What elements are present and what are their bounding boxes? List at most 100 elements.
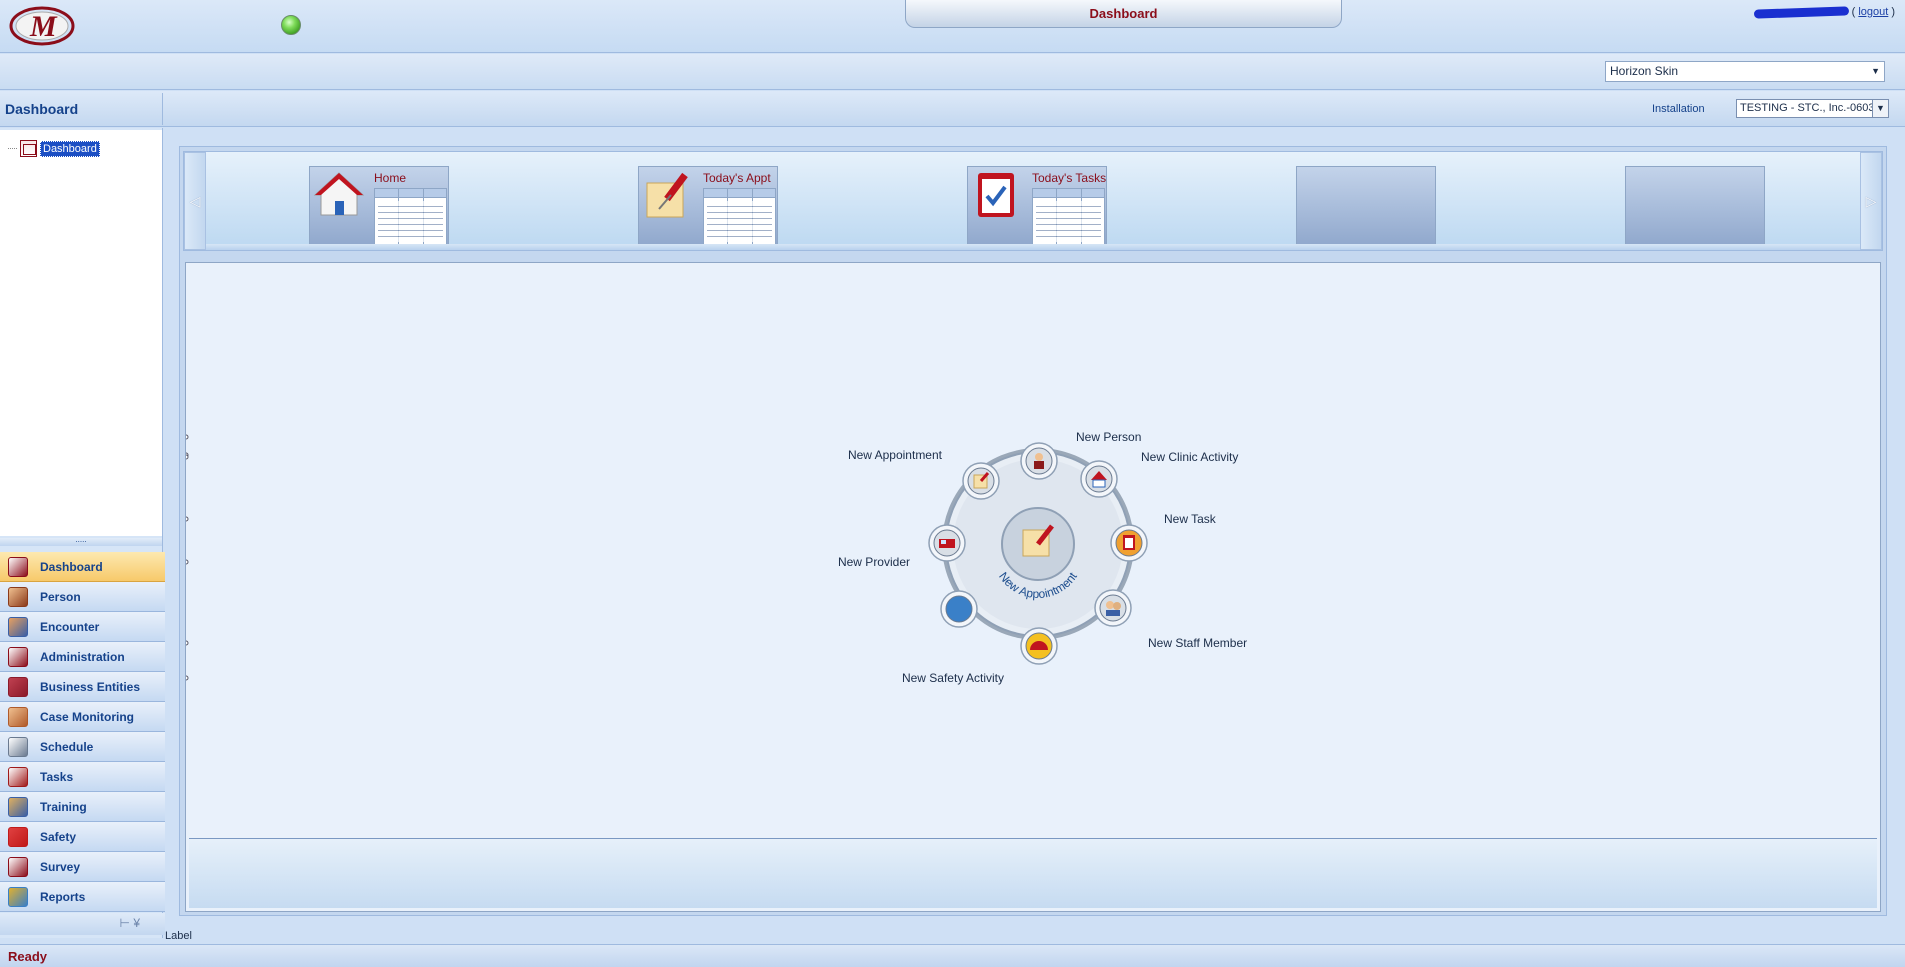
wheel-action-blank[interactable] xyxy=(940,590,978,628)
dashboard-carousel: ◁ Home Today's Appt Today's Tasks ▷ xyxy=(183,151,1883,251)
tree-item-label[interactable]: Dashboard xyxy=(40,140,100,157)
nav-item-label: Training xyxy=(40,799,87,814)
carousel-tile-empty[interactable] xyxy=(1625,166,1765,248)
nav-panel-title: Dashboard xyxy=(5,101,79,117)
carousel-right-arrow-icon[interactable]: ▷ xyxy=(1860,152,1882,250)
main-panel: ◁ Home Today's Appt Today's Tasks ▷ New Ap… xyxy=(179,146,1887,916)
skin-select-value: Horizon Skin xyxy=(1610,64,1679,78)
installation-select[interactable]: TESTING - STC., Inc.-0603 ▼ xyxy=(1736,99,1889,118)
nav-item-encounter[interactable]: Encounter xyxy=(0,612,165,642)
pushpin-note-icon xyxy=(1022,524,1054,557)
panel-splitter[interactable]: ..... xyxy=(0,536,162,546)
nav-item-person[interactable]: Person xyxy=(0,582,165,612)
nav-item-case-monitoring[interactable]: Case Monitoring xyxy=(0,702,165,732)
nav-item-training[interactable]: Training xyxy=(0,792,165,822)
dashboard-icon xyxy=(20,140,37,157)
wheel-action-label[interactable]: New Appointment xyxy=(848,448,943,462)
chevron-down-icon[interactable]: ▼ xyxy=(1871,62,1880,81)
person-icon xyxy=(8,586,28,607)
user-name-redacted xyxy=(1753,5,1849,19)
wheel-action-label[interactable]: New Safety Activity xyxy=(902,671,1004,685)
logout-link[interactable]: logout xyxy=(1858,6,1888,18)
nav-tree: Dashboard xyxy=(0,130,162,536)
wheel-action-new-provider[interactable]: New Provider xyxy=(186,524,966,569)
reports-icon xyxy=(8,886,28,907)
nav-item-label: Safety xyxy=(40,829,77,844)
label-text: Label xyxy=(165,930,192,942)
nav-item-label: Tasks xyxy=(40,769,74,784)
window-title: Dashboard xyxy=(905,0,1342,28)
skin-select[interactable]: Horizon Skin ▼ xyxy=(1605,61,1885,82)
nav-item-schedule[interactable]: Schedule xyxy=(0,732,165,762)
content-footer-strip xyxy=(189,838,1877,908)
mini-table-icon xyxy=(1032,188,1105,246)
mini-table-icon xyxy=(374,188,447,246)
header-divider xyxy=(162,93,163,125)
nav-list: Dashboard Person Encounter Administration Bu… xyxy=(0,552,165,912)
nav-item-survey[interactable]: Survey xyxy=(0,852,165,882)
wheel-action-label[interactable]: New Staff Member xyxy=(1148,636,1247,650)
mini-table-icon xyxy=(703,188,776,246)
leader-dot xyxy=(186,559,189,565)
nav-item-label: Survey xyxy=(40,859,81,874)
carousel-tile-empty[interactable] xyxy=(1296,166,1436,248)
wheel-action-label[interactable]: New Person xyxy=(1076,430,1141,444)
quick-action-wheel: New AppointmentNew AppointmentNew Person… xyxy=(186,430,1247,685)
blank-orb-icon xyxy=(945,595,973,623)
nav-item-reports[interactable]: Reports xyxy=(0,882,165,912)
carousel-tile-label: Today's Appt xyxy=(703,171,771,185)
carousel-tile-label: Home xyxy=(374,171,407,185)
staff-icon xyxy=(1099,594,1127,622)
nav-item-business-entities[interactable]: Business Entities xyxy=(0,672,165,702)
status-bar: Ready xyxy=(0,944,1905,967)
leader-dot xyxy=(186,640,189,646)
wheel-action-label[interactable]: New Task xyxy=(1164,512,1217,526)
house-icon xyxy=(313,172,365,216)
leader-dot xyxy=(186,434,189,440)
nav-item-safety[interactable]: Safety xyxy=(0,822,165,852)
carousel-strip xyxy=(206,244,1860,250)
mini-table-columns xyxy=(727,189,753,245)
carousel-tile-today-s-appt[interactable]: Today's Appt xyxy=(638,166,778,248)
nav-item-label: Business Entities xyxy=(40,679,141,694)
logo-letter: M xyxy=(29,10,58,43)
clipboard-check-icon xyxy=(978,173,1014,217)
nav-footer-controls[interactable]: ⊢ ¥ xyxy=(0,913,165,935)
briefcase-icon xyxy=(8,676,28,697)
dashboard-content: New Appointment New Appointment New Person… xyxy=(185,262,1881,912)
status-text: Ready xyxy=(8,949,48,964)
administration-icon xyxy=(8,646,28,667)
nav-item-tasks[interactable]: Tasks xyxy=(0,762,165,792)
wheel-action-label[interactable]: New Clinic Activity xyxy=(1141,450,1238,464)
carousel-tile-home[interactable]: Home xyxy=(309,166,449,248)
calendar-icon xyxy=(8,736,28,757)
tree-connector xyxy=(8,148,17,149)
top-bar: M Dashboard ( logout ) xyxy=(0,0,1905,53)
nav-item-label: Case Monitoring xyxy=(40,709,135,724)
installation-select-value: TESTING - STC., Inc.-0603 xyxy=(1740,102,1875,114)
tree-item-dashboard[interactable]: Dashboard xyxy=(8,140,100,157)
leader-dot xyxy=(186,516,189,522)
carousel-tile-today-s-tasks[interactable]: Today's Tasks xyxy=(967,166,1107,248)
clipboard-check-icon xyxy=(8,766,28,787)
carousel-left-arrow-icon[interactable]: ◁ xyxy=(184,152,206,250)
nav-item-label: Reports xyxy=(40,889,86,904)
wheel-action-new-appointment[interactable]: New Appointment xyxy=(186,448,1000,500)
nav-item-label: Schedule xyxy=(40,739,94,754)
pushpin-note-icon xyxy=(646,172,688,218)
connection-status-icon xyxy=(281,15,301,35)
survey-icon xyxy=(8,856,28,877)
app-logo-icon: M xyxy=(9,6,75,46)
installation-label: Installation xyxy=(1652,103,1705,115)
header-row: Dashboard Installation TESTING - STC., I… xyxy=(0,91,1905,127)
chevron-down-icon[interactable]: ▼ xyxy=(1872,100,1888,117)
nav-item-dashboard[interactable]: Dashboard xyxy=(0,552,165,582)
wheel-action-new-safety-activity[interactable]: New Safety Activity xyxy=(186,627,1058,685)
leader-dot xyxy=(186,675,189,681)
nav-item-label: Administration xyxy=(40,649,125,664)
wheel-action-label[interactable]: New Provider xyxy=(838,555,910,569)
nav-item-label: Person xyxy=(40,589,81,604)
nav-item-administration[interactable]: Administration xyxy=(0,642,165,672)
mini-table-columns xyxy=(398,189,424,245)
training-icon xyxy=(8,796,28,817)
